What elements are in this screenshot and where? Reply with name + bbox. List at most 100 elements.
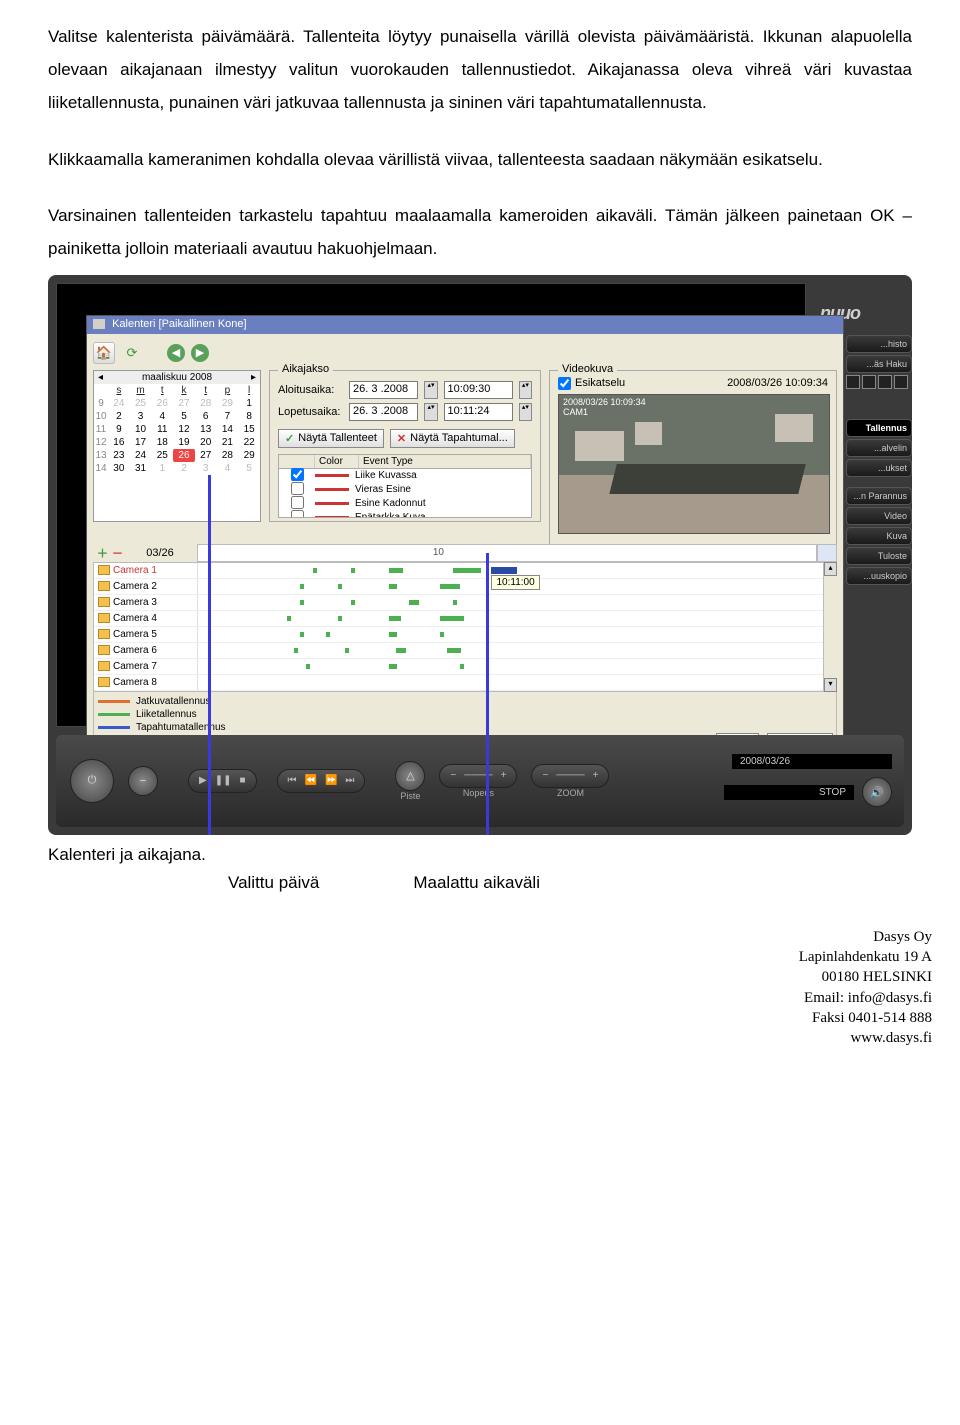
cal-day[interactable]: 4 bbox=[151, 410, 173, 423]
cal-day[interactable]: 27 bbox=[195, 449, 217, 462]
camera-row[interactable]: Camera 2 bbox=[94, 579, 198, 594]
step-back-icon[interactable]: ⏪ bbox=[305, 775, 317, 786]
cal-day[interactable]: 30 bbox=[108, 462, 130, 475]
cal-day[interactable]: 1 bbox=[151, 462, 173, 475]
event-checkbox[interactable] bbox=[291, 496, 304, 509]
layout-icon[interactable] bbox=[878, 375, 892, 389]
playback-pill[interactable]: ▶ ❚❚ ■ bbox=[188, 769, 257, 793]
play-icon[interactable]: ▶ bbox=[199, 775, 207, 786]
pause-icon[interactable]: ❚❚ bbox=[215, 775, 232, 786]
cal-day[interactable]: 10 bbox=[130, 423, 152, 436]
cal-day[interactable]: 28 bbox=[195, 397, 217, 410]
side-btn-backup[interactable]: ...uuskopio bbox=[846, 567, 912, 585]
spinner-icon[interactable]: ▴▾ bbox=[519, 381, 532, 399]
cal-day[interactable]: 2 bbox=[173, 462, 195, 475]
cal-day[interactable]: 25 bbox=[130, 397, 152, 410]
show-recordings-button[interactable]: ✓Näytä Tallenteet bbox=[278, 429, 384, 448]
dialog-titlebar[interactable]: Kalenteri [Paikallinen Kone] bbox=[87, 316, 843, 334]
layout-icon[interactable] bbox=[846, 375, 860, 389]
cal-day[interactable]: 24 bbox=[108, 397, 130, 410]
skip-last-icon[interactable]: ⏭ bbox=[345, 775, 354, 786]
cal-day[interactable]: 18 bbox=[151, 436, 173, 449]
cal-day[interactable]: 28 bbox=[217, 449, 239, 462]
spinner-icon[interactable]: ▴▾ bbox=[424, 381, 437, 399]
timeline-end-icon[interactable] bbox=[817, 544, 837, 562]
cal-day[interactable]: 26 bbox=[151, 397, 173, 410]
cal-day[interactable]: 29 bbox=[217, 397, 239, 410]
side-btn-print[interactable]: Tuloste bbox=[846, 547, 912, 565]
cal-day[interactable]: 14 bbox=[217, 423, 239, 436]
prev-icon[interactable]: ◀ bbox=[167, 344, 185, 362]
cal-day[interactable]: 19 bbox=[173, 436, 195, 449]
cal-day[interactable]: 11 bbox=[151, 423, 173, 436]
show-events-button[interactable]: ✕Näytä Tapahtumal... bbox=[390, 429, 515, 448]
cal-day[interactable]: 8 bbox=[238, 410, 260, 423]
speed-pill[interactable]: −────+ bbox=[439, 764, 517, 788]
side-btn-image[interactable]: Kuva bbox=[846, 527, 912, 545]
stop-icon[interactable]: ■ bbox=[239, 775, 245, 786]
camera-row[interactable]: Camera 3 bbox=[94, 595, 198, 610]
cal-day[interactable]: 16 bbox=[108, 436, 130, 449]
event-checkbox[interactable] bbox=[291, 482, 304, 495]
camera-row[interactable]: Camera 4 bbox=[94, 611, 198, 626]
cal-day[interactable]: 13 bbox=[195, 423, 217, 436]
cal-day[interactable]: 22 bbox=[238, 436, 260, 449]
side-btn-settings[interactable]: ...ukset bbox=[846, 459, 912, 477]
cal-prev-icon[interactable]: ◂ bbox=[98, 372, 103, 383]
event-checkbox[interactable] bbox=[291, 468, 304, 481]
start-date-input[interactable]: 26. 3 .2008 bbox=[349, 381, 418, 399]
cal-day[interactable]: 3 bbox=[195, 462, 217, 475]
camera-row[interactable]: Camera 8 bbox=[94, 675, 198, 690]
cal-day[interactable]: 2 bbox=[108, 410, 130, 423]
cal-day[interactable]: 12 bbox=[173, 423, 195, 436]
cal-day[interactable]: 24 bbox=[130, 449, 152, 462]
start-time-input[interactable]: 10:09:30 bbox=[444, 381, 513, 399]
camera-row[interactable]: Camera 5 bbox=[94, 627, 198, 642]
zoom-out-icon[interactable]: － bbox=[112, 545, 123, 561]
side-btn-smart-search[interactable]: ...äs Haku bbox=[846, 355, 912, 373]
cal-day[interactable]: 1 bbox=[238, 397, 260, 410]
piste-button[interactable]: △ bbox=[395, 761, 425, 791]
cal-day[interactable]: 5 bbox=[238, 462, 260, 475]
cal-day[interactable]: 25 bbox=[151, 449, 173, 462]
side-btn-enhance[interactable]: ...n Parannus bbox=[846, 487, 912, 505]
cal-day[interactable]: 5 bbox=[173, 410, 195, 423]
cal-day[interactable]: 27 bbox=[173, 397, 195, 410]
camera-row[interactable]: Camera 6 bbox=[94, 643, 198, 658]
timeline-ruler[interactable]: 10 bbox=[197, 544, 817, 562]
cal-day[interactable]: 17 bbox=[130, 436, 152, 449]
cal-day[interactable]: 29 bbox=[238, 449, 260, 462]
scrollbar[interactable]: ▴▾ bbox=[823, 562, 837, 692]
minus-button[interactable]: − bbox=[128, 766, 158, 796]
cal-day[interactable]: 9 bbox=[108, 423, 130, 436]
spinner-icon[interactable]: ▴▾ bbox=[519, 403, 532, 421]
preview-checkbox[interactable] bbox=[558, 377, 571, 390]
camera-row[interactable]: Camera 7 bbox=[94, 659, 198, 674]
step-pill[interactable]: ⏮ ⏪ ⏩ ⏭ bbox=[277, 769, 366, 793]
next-icon[interactable]: ▶ bbox=[191, 344, 209, 362]
end-time-input[interactable]: 10:11:24 bbox=[444, 403, 513, 421]
side-btn-server[interactable]: ...alvelin bbox=[846, 439, 912, 457]
skip-first-icon[interactable]: ⏮ bbox=[288, 775, 297, 786]
calendar[interactable]: ◂ maaliskuu 2008 ▸ s m t k t p l 9 bbox=[93, 370, 261, 522]
end-date-input[interactable]: 26. 3 .2008 bbox=[349, 403, 418, 421]
spinner-icon[interactable]: ▴▾ bbox=[424, 403, 437, 421]
volume-button[interactable]: 🔊 bbox=[862, 777, 892, 807]
cal-day[interactable]: 15 bbox=[238, 423, 260, 436]
timeline[interactable]: ＋ － 03/26 10 Camera 1 Camera 2 bbox=[93, 544, 837, 706]
side-btn-video[interactable]: Video bbox=[846, 507, 912, 525]
layout-icon[interactable] bbox=[862, 375, 876, 389]
cal-day[interactable]: 4 bbox=[217, 462, 239, 475]
cal-day[interactable]: 23 bbox=[108, 449, 130, 462]
refresh-icon[interactable]: ⟳ bbox=[121, 342, 143, 364]
side-btn-history[interactable]: ...histo bbox=[846, 335, 912, 353]
power-button[interactable]: ⏻ bbox=[70, 759, 114, 803]
cal-next-icon[interactable]: ▸ bbox=[251, 372, 256, 383]
cal-day[interactable]: 20 bbox=[195, 436, 217, 449]
zoom-in-icon[interactable]: ＋ bbox=[97, 545, 108, 561]
event-checkbox[interactable] bbox=[291, 510, 304, 518]
cal-day[interactable]: 7 bbox=[217, 410, 239, 423]
camera-row[interactable]: Camera 1 bbox=[94, 563, 198, 578]
cal-day[interactable]: 31 bbox=[130, 462, 152, 475]
zoom-pill[interactable]: −────+ bbox=[531, 764, 609, 788]
